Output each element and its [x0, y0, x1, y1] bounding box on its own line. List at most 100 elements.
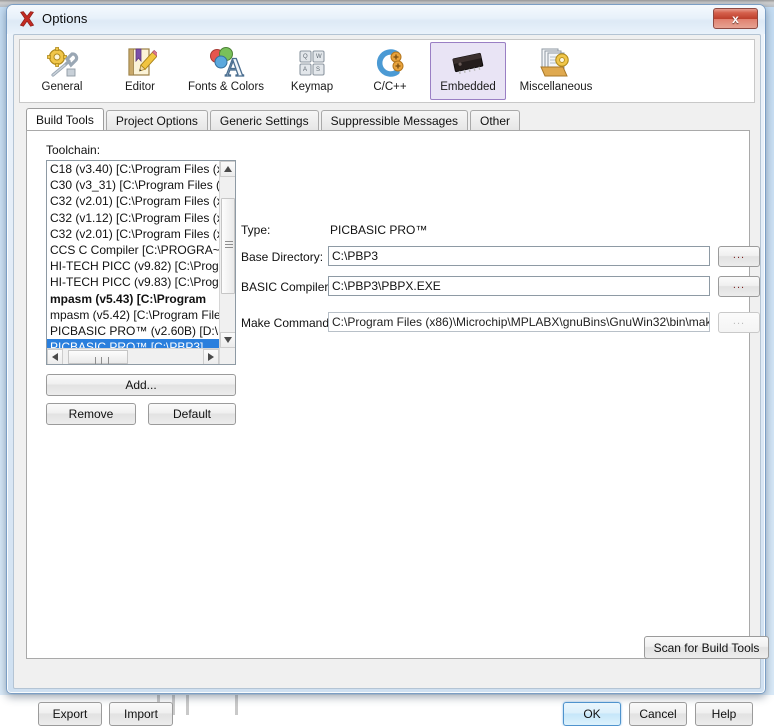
close-button[interactable]: x: [713, 8, 758, 29]
scroll-thumb-horizontal[interactable]: [68, 350, 128, 364]
toolbar-item-label: C/C++: [373, 81, 407, 93]
scroll-thumb[interactable]: [221, 198, 235, 294]
tab-project-options[interactable]: Project Options: [105, 110, 208, 130]
title-bar[interactable]: Options x: [7, 5, 765, 34]
export-button[interactable]: Export: [38, 702, 102, 726]
ellipsis-icon: ...: [732, 314, 746, 327]
default-toolchain-button[interactable]: Default: [148, 403, 236, 425]
scroll-down-arrow-icon[interactable]: [220, 332, 235, 348]
toolbar-item-label: Embedded: [440, 81, 496, 93]
scan-for-build-tools-button[interactable]: Scan for Build Tools: [644, 636, 769, 659]
toolbar-item-keymap[interactable]: Q W A S Keymap: [274, 42, 350, 100]
remove-toolchain-button[interactable]: Remove: [46, 403, 136, 425]
toolbar-item-general[interactable]: General: [24, 42, 100, 100]
toolchain-detail-form: Type: PICBASIC PRO™ Base Directory: C:\P…: [241, 139, 760, 652]
build-tools-panel: Toolchain: C18 (v3.40) [C:\Program Files…: [26, 130, 769, 659]
export-button-label: Export: [52, 707, 88, 721]
tab-label: Suppressible Messages: [330, 113, 458, 128]
toolbar-item-embedded[interactable]: Embedded: [430, 42, 506, 100]
make-command-browse-button: ...: [718, 312, 760, 333]
toolchain-listbox[interactable]: C18 (v3.40) [C:\Program Files (x8 C30 (v…: [46, 160, 236, 365]
scroll-up-arrow-icon[interactable]: [220, 161, 235, 177]
ellipsis-icon: ...: [732, 278, 746, 291]
dialog-client-area: General Editor A Fonts & Colors Q W A S …: [13, 34, 769, 726]
toolchain-label: Toolchain:: [46, 143, 101, 157]
remove-button-label: Remove: [68, 407, 114, 421]
tab-generic-settings[interactable]: Generic Settings: [209, 110, 319, 130]
list-item[interactable]: CCS C Compiler [C:\PROGRA~2\P: [47, 242, 220, 258]
list-item-active-toolchain[interactable]: mpasm (v5.43) [C:\Program: [47, 291, 220, 307]
scroll-left-arrow-icon[interactable]: [47, 349, 63, 364]
toolchain-horizontal-scrollbar[interactable]: [47, 348, 219, 364]
toolbar-item-label: General: [41, 81, 83, 93]
tab-label: Other: [480, 113, 511, 128]
svg-text:A: A: [225, 53, 244, 79]
ok-button-label: OK: [583, 707, 601, 721]
scan-button-label: Scan for Build Tools: [653, 640, 760, 655]
basic-compiler-label: BASIC Compiler:: [241, 280, 332, 294]
basic-compiler-input[interactable]: C:\PBP3\PBPX.EXE: [328, 276, 710, 296]
help-button[interactable]: Help: [695, 702, 753, 726]
toolbar-item-c-cpp[interactable]: C/C++: [352, 42, 428, 100]
list-item[interactable]: C30 (v3_31) [C:\Program Files (x: [47, 177, 220, 193]
list-item[interactable]: HI-TECH PICC (v9.82) [C:\Progra: [47, 258, 220, 274]
base-directory-label: Base Directory:: [241, 250, 324, 264]
tab-label: Build Tools: [36, 112, 94, 127]
red-x-icon: [18, 10, 36, 28]
cancel-button-label: Cancel: [639, 707, 677, 721]
toolbar-item-label: Miscellaneous: [519, 81, 593, 93]
close-icon: x: [732, 11, 739, 26]
svg-text:Q: Q: [303, 54, 308, 60]
cancel-button[interactable]: Cancel: [629, 702, 687, 726]
tab-other[interactable]: Other: [470, 110, 521, 130]
help-button-label: Help: [711, 707, 737, 721]
window-title: Options: [42, 11, 88, 26]
basic-compiler-browse-button[interactable]: ...: [718, 276, 760, 297]
list-item[interactable]: HI-TECH PICC (v9.83) [C:\Progra: [47, 274, 220, 290]
svg-text:W: W: [316, 54, 322, 60]
svg-text:S: S: [316, 67, 320, 73]
taskbar-tick: [235, 695, 238, 715]
list-item[interactable]: mpasm (v5.42) [C:\Program Files: [47, 307, 220, 323]
font-palette-icon: A: [207, 46, 245, 80]
gear-wrench-icon: [45, 46, 79, 80]
scroll-right-arrow-icon[interactable]: [203, 349, 219, 364]
list-item[interactable]: C32 (v1.12) [C:\Program Files (x8: [47, 210, 220, 226]
c-plus-plus-icon: [373, 46, 407, 80]
add-toolchain-button[interactable]: Add...: [46, 374, 236, 396]
add-button-label: Add...: [125, 378, 157, 392]
list-item[interactable]: C18 (v3.40) [C:\Program Files (x8: [47, 161, 220, 177]
base-directory-browse-button[interactable]: ...: [718, 246, 760, 267]
toolbar-item-label: Keymap: [290, 81, 334, 93]
import-button-label: Import: [123, 707, 158, 721]
list-item[interactable]: C32 (v2.01) [C:\Program Files (x8: [47, 226, 220, 242]
toolbar-item-fonts-colors[interactable]: A Fonts & Colors: [180, 42, 272, 100]
svg-text:A: A: [303, 67, 307, 73]
ok-button[interactable]: OK: [563, 702, 621, 726]
make-command-label: Make Command:: [241, 316, 333, 330]
list-item[interactable]: PICBASIC PRO™ (v2.60B) [D:\PB: [47, 323, 220, 339]
tab-suppressible-messages[interactable]: Suppressible Messages: [320, 110, 468, 130]
toolbar-item-editor[interactable]: Editor: [102, 42, 178, 100]
base-directory-input[interactable]: C:\PBP3: [328, 246, 710, 266]
tab-label: Project Options: [115, 113, 198, 128]
category-toolbar: General Editor A Fonts & Colors Q W A S …: [19, 39, 755, 103]
list-item[interactable]: C32 (v2.01) [C:\Program Files (x8: [47, 193, 220, 209]
import-button[interactable]: Import: [109, 702, 173, 726]
options-dialog-window: Options x General Editor A Fonts & Color…: [6, 4, 769, 726]
documents-gear-icon: [537, 46, 575, 80]
keyboard-keys-icon: Q W A S: [295, 46, 329, 80]
toolchain-vertical-scrollbar[interactable]: [219, 161, 235, 364]
toolbar-item-label: Fonts & Colors: [187, 81, 265, 93]
toolchain-list-rows: C18 (v3.40) [C:\Program Files (x8 C30 (v…: [47, 161, 220, 356]
type-label: Type:: [241, 223, 271, 237]
default-button-label: Default: [172, 407, 212, 421]
taskbar-tick: [186, 695, 189, 715]
notebook-pencil-icon: [123, 46, 157, 80]
toolbar-item-miscellaneous[interactable]: Miscellaneous: [508, 42, 604, 100]
tab-bar: Build Tools Project Options Generic Sett…: [26, 108, 756, 130]
tab-build-tools[interactable]: Build Tools: [26, 108, 104, 130]
make-command-input[interactable]: C:\Program Files (x86)\Microchip\MPLABX\…: [328, 312, 710, 332]
microchip-icon: [447, 46, 489, 80]
ellipsis-icon: ...: [732, 248, 746, 261]
